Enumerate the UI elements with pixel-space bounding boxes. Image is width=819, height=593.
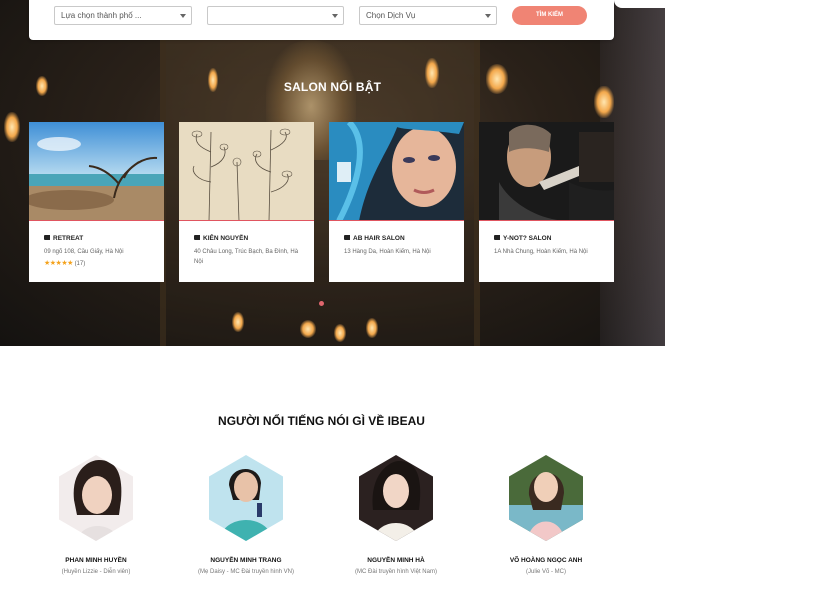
- bulb-decoration: [366, 318, 378, 338]
- salon-name: KIÊN NGUYỄN: [194, 235, 248, 242]
- salon-image: [329, 122, 464, 221]
- celebrity-role: (Huyền Lizzie - Diễn viên): [61, 569, 131, 575]
- review-count: (17): [74, 261, 86, 267]
- salon-name: AB HAIR SALON: [344, 235, 405, 242]
- salon-card[interactable]: AB HAIR SALON 13 Hàng Da, Hoàn Kiếm, Hà …: [329, 122, 464, 282]
- celebrity-card: VÕ HOÀNG NGỌC ANH (Julie Võ - MC): [466, 455, 626, 575]
- salon-name-label: Y-NOT? SALON: [503, 235, 552, 242]
- salon-name-label: RETREAT: [53, 235, 84, 242]
- salon-rating: ★★★★★ (17): [44, 259, 85, 267]
- salon-address: 40 Châu Long, Trúc Bạch, Ba Đình, Hà Nội: [194, 249, 299, 265]
- salon-card[interactable]: RETREAT 09 ngõ 108, Cầu Giấy, Hà Nội ★★★…: [29, 122, 164, 282]
- celebrity-name: PHAN MINH HUYỀN: [65, 557, 127, 564]
- salon-name: Y-NOT? SALON: [494, 235, 551, 242]
- search-panel: Lựa chọn thành phố ... Chọn Dịch Vụ TÌM …: [29, 0, 614, 40]
- star-icon: ★★★★★: [44, 260, 73, 267]
- celebrity-avatar: [359, 455, 433, 541]
- celebrity-role: (MC Đài truyền hình Việt Nam): [355, 569, 437, 575]
- tag-icon: [494, 235, 500, 240]
- carousel-dot[interactable]: [319, 301, 324, 306]
- celebrity-avatar: [509, 455, 583, 541]
- celebrities-title: NGƯỜI NỔI TIẾNG NÓI GÌ VỀ IBEAU: [218, 414, 425, 428]
- bulb-decoration: [334, 324, 346, 342]
- celebrity-role: (Mẹ Daisy - MC Đài truyền hình VN): [197, 569, 295, 575]
- salon-image: [29, 122, 164, 221]
- salon-name-label: KIÊN NGUYỄN: [203, 235, 249, 242]
- chevron-down-icon: [485, 14, 491, 18]
- celebrity-card: NGUYỄN MINH TRANG (Mẹ Daisy - MC Đài tru…: [166, 455, 326, 575]
- celebrity-card: NGUYỄN MINH HÀ (MC Đài truyền hình Việt …: [316, 455, 476, 575]
- decorative-corner: [614, 0, 665, 8]
- salon-card[interactable]: Y-NOT? SALON 1A Nhà Chung, Hoàn Kiếm, Hà…: [479, 122, 614, 282]
- chevron-down-icon: [332, 14, 338, 18]
- celebrity-name: NGUYỄN MINH HÀ: [367, 557, 425, 564]
- salon-address: 13 Hàng Da, Hoàn Kiếm, Hà Nội: [344, 249, 431, 255]
- service-select-value: Chọn Dịch Vụ: [366, 11, 416, 20]
- celebrity-card: PHAN MINH HUYỀN (Huyền Lizzie - Diễn viê…: [16, 455, 176, 575]
- salon-image: [179, 122, 314, 221]
- featured-hero: Lựa chọn thành phố ... Chọn Dịch Vụ TÌM …: [0, 0, 665, 346]
- salon-card[interactable]: KIÊN NGUYỄN 40 Châu Long, Trúc Bạch, Ba …: [179, 122, 314, 282]
- salon-name: RETREAT: [44, 235, 83, 242]
- salon-address: 09 ngõ 108, Cầu Giấy, Hà Nội: [44, 249, 124, 255]
- district-select[interactable]: [207, 6, 344, 25]
- tag-icon: [344, 235, 350, 240]
- celebrity-name: VÕ HOÀNG NGỌC ANH: [509, 557, 583, 564]
- salon-name-label: AB HAIR SALON: [353, 235, 405, 242]
- salon-image: [479, 122, 614, 221]
- celebrity-name: NGUYỄN MINH TRANG: [210, 557, 282, 564]
- service-select[interactable]: Chọn Dịch Vụ: [359, 6, 497, 25]
- tag-icon: [194, 235, 200, 240]
- bulb-decoration: [232, 312, 244, 332]
- city-select-value: Lựa chọn thành phố ...: [61, 11, 142, 20]
- celebrity-role: (Julie Võ - MC): [525, 569, 566, 575]
- city-select[interactable]: Lựa chọn thành phố ...: [54, 6, 192, 25]
- tag-icon: [44, 235, 50, 240]
- bulb-decoration: [300, 320, 316, 338]
- chevron-down-icon: [180, 14, 186, 18]
- salon-address: 1A Nhà Chung, Hoàn Kiếm, Hà Nội: [494, 249, 588, 255]
- bulb-decoration: [4, 112, 20, 142]
- celebrity-avatar: [209, 455, 283, 541]
- featured-title: SALON NỔI BẬT: [283, 80, 382, 94]
- celebrity-avatar: [59, 455, 133, 541]
- search-button[interactable]: TÌM KIẾM: [512, 6, 587, 25]
